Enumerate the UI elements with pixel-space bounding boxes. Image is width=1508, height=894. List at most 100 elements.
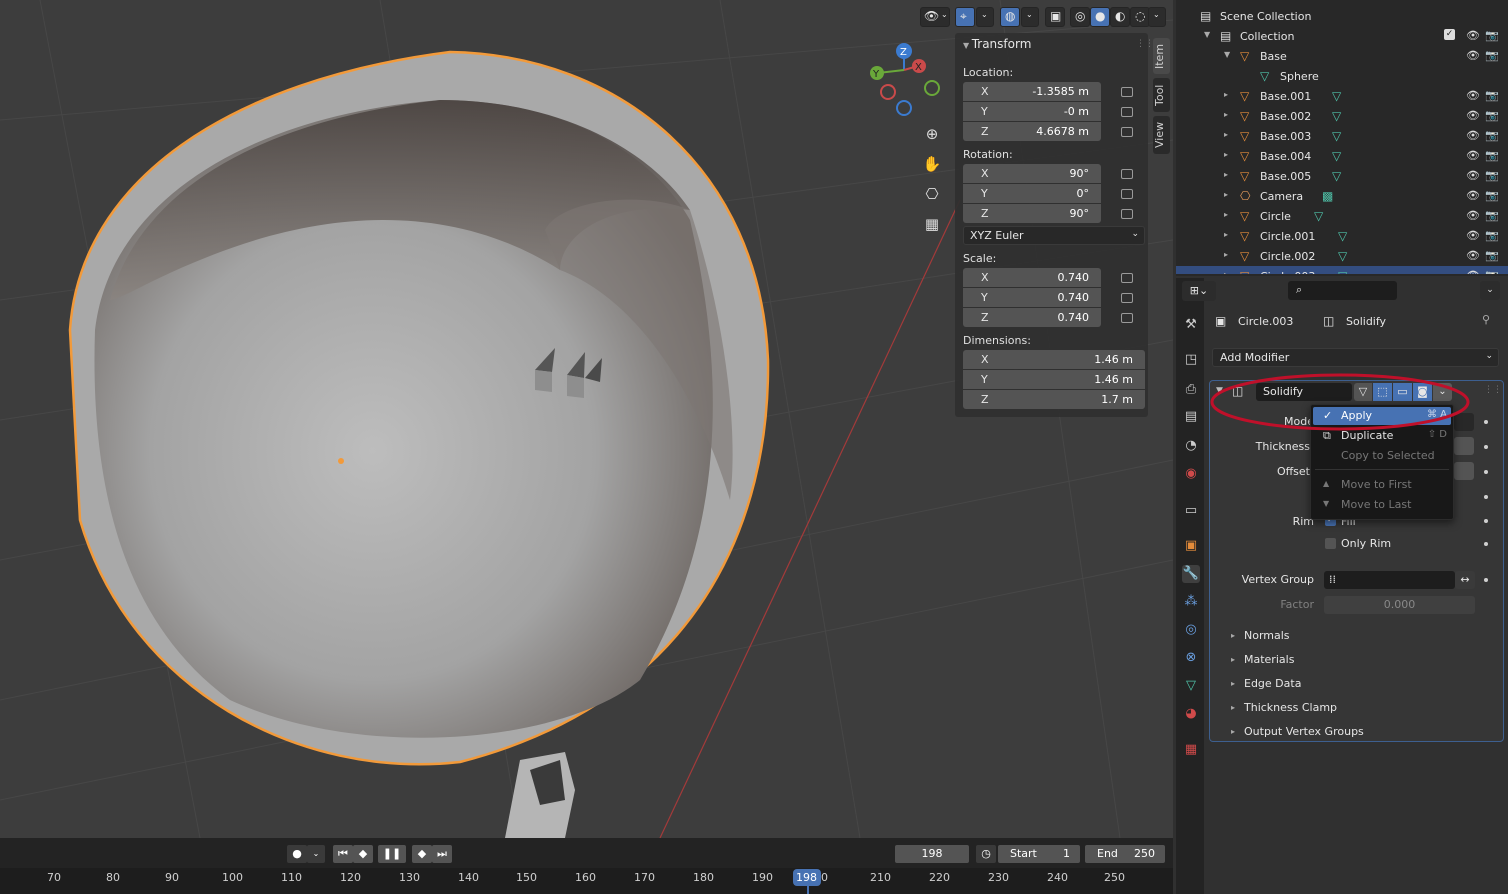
scene-tab-icon[interactable]: ◔ (1182, 437, 1200, 455)
lock-icon[interactable] (1121, 87, 1133, 97)
axis-gizmo[interactable]: Z X Y (860, 40, 950, 120)
tab-item[interactable]: Item (1153, 38, 1170, 74)
dimensions-x-field[interactable]: X 1.46 m (963, 350, 1145, 369)
jump-start-icon[interactable]: ⏮ (333, 845, 353, 863)
3d-viewport[interactable]: 👁 ⌄ ⌖ ⌄ ◍ ⌄ ▣ ◎ ● ◐ ◌ ⌄ Z X Y ⊕ ✋ ⎔ ▦ ▼ … (0, 0, 1173, 838)
lock-icon[interactable] (1121, 273, 1133, 283)
rotation-mode-select[interactable]: XYZ Euler ⌄ (963, 226, 1145, 245)
texture-tab-icon[interactable]: ▦ (1182, 741, 1200, 759)
pin-icon[interactable]: ⚲ (1482, 313, 1490, 326)
eye-icon[interactable]: 👁 (1466, 149, 1480, 162)
lock-icon[interactable] (1121, 293, 1133, 303)
expand-icon[interactable]: ▸ (1231, 631, 1235, 640)
mesh-data-icon[interactable]: ▽ (1338, 249, 1347, 263)
eye-icon[interactable]: 👁 (1466, 189, 1480, 202)
tab-view[interactable]: View (1153, 116, 1170, 154)
keyframe-dot-icon[interactable] (1484, 445, 1488, 449)
camera-icon[interactable]: 📷 (1485, 209, 1499, 222)
rotation-z-field[interactable]: Z 90° (963, 204, 1101, 223)
camera-icon[interactable]: 📷 (1485, 109, 1499, 122)
outliner-item[interactable]: ▸ ⎔ Camera ▩ 👁 📷 (1176, 186, 1508, 206)
particles-tab-icon[interactable]: ⁂ (1182, 593, 1200, 611)
location-x-field[interactable]: X -1.3585 m (963, 82, 1101, 101)
eye-icon[interactable]: 👁 (1466, 169, 1480, 182)
current-frame-field[interactable]: 198 (895, 845, 969, 863)
expand-icon[interactable]: ▸ (1231, 679, 1235, 688)
outliner-scene-collection[interactable]: ▤ Scene Collection (1176, 6, 1508, 26)
stopwatch-icon[interactable]: ◷ (976, 845, 996, 863)
keyframe-dot-icon[interactable] (1484, 470, 1488, 474)
tab-tool[interactable]: Tool (1153, 78, 1170, 112)
rotation-x-field[interactable]: X 90° (963, 164, 1101, 183)
mesh-data-icon[interactable]: ▽ (1332, 89, 1341, 103)
collection-tab-icon[interactable]: ▭ (1182, 502, 1200, 520)
outliner-collection[interactable]: ▼ ▤ Collection ✓ 👁 📷 (1176, 26, 1508, 46)
camera-icon[interactable]: 📷 (1485, 169, 1499, 182)
pause-icon[interactable]: ❚❚ (378, 845, 406, 863)
mesh-data-tab-icon[interactable]: ▽ (1182, 677, 1200, 695)
vertex-group-field[interactable]: ⁞⁞ (1324, 571, 1455, 589)
mesh-data-icon[interactable]: ▽ (1332, 169, 1341, 183)
dimensions-z-field[interactable]: Z 1.7 m (963, 390, 1145, 409)
xray-icon[interactable]: ▣ (1045, 7, 1065, 27)
thickness-field[interactable] (1454, 437, 1474, 455)
dimensions-y-field[interactable]: Y 1.46 m (963, 370, 1145, 389)
camera-icon[interactable]: 📷 (1485, 49, 1499, 62)
next-keyframe-icon[interactable]: ◆ (412, 845, 432, 863)
only-rim-checkbox[interactable] (1325, 538, 1336, 549)
menu-item-copy-to-selected[interactable]: Copy to Selected (1341, 449, 1435, 462)
record-icon[interactable]: ● (287, 845, 307, 863)
outliner-item[interactable]: ▸ ▽ Base.002 ▽ 👁 📷 (1176, 106, 1508, 126)
outliner-item[interactable]: ▸ ▽ Circle.002 ▽ 👁 📷 (1176, 246, 1508, 266)
chevron-down-icon[interactable]: ⌄ (1480, 281, 1500, 300)
eye-icon[interactable]: 👁 (1466, 269, 1480, 274)
outliner-item[interactable]: ▸ ▽ Base.005 ▽ 👁 📷 (1176, 166, 1508, 186)
offset-field[interactable] (1454, 462, 1474, 480)
camera-icon[interactable]: 📷 (1485, 29, 1499, 42)
snap-icon[interactable]: ⌖ (955, 7, 975, 27)
mesh-data-icon[interactable]: ▽ (1314, 209, 1323, 223)
eye-icon[interactable]: 👁 (1466, 29, 1480, 42)
expand-icon[interactable]: ▸ (1231, 727, 1235, 736)
transform-panel-title[interactable]: ▼ Transform (963, 37, 1031, 51)
location-z-field[interactable]: Z 4.6678 m (963, 122, 1101, 141)
solid-shading-icon[interactable]: ● (1090, 7, 1110, 27)
drag-handle-icon[interactable]: ⋮⋮ (1484, 385, 1502, 395)
outliner-item[interactable]: ▸ ▽ Circle ▽ 👁 📷 (1176, 206, 1508, 226)
object-tab-icon[interactable]: ▣ (1182, 537, 1200, 555)
subpanel-output-vertex-groups[interactable]: Output Vertex Groups (1244, 725, 1364, 738)
rotation-y-field[interactable]: Y 0° (963, 184, 1101, 203)
location-y-field[interactable]: Y -0 m (963, 102, 1101, 121)
chevron-down-icon[interactable]: ⌄ (1021, 7, 1039, 27)
subpanel-edge-data[interactable]: Edge Data (1244, 677, 1301, 690)
camera-data-icon[interactable]: ▩ (1322, 189, 1333, 203)
start-frame-field[interactable]: Start 1 (998, 845, 1080, 863)
eye-icon[interactable]: 👁 (1466, 89, 1480, 102)
outliner-item-mesh-data[interactable]: ▽ Sphere (1176, 66, 1508, 86)
tool-tab-icon[interactable]: ⚒ (1182, 316, 1200, 334)
lock-icon[interactable] (1121, 169, 1133, 179)
checkbox-icon[interactable]: ✓ (1444, 29, 1455, 40)
outliner-item[interactable]: ▸ ▽ Circle.001 ▽ 👁 📷 (1176, 226, 1508, 246)
view-layer-tab-icon[interactable]: ▤ (1182, 408, 1200, 426)
add-modifier-button[interactable]: Add Modifier ⌄ (1212, 348, 1499, 367)
outliner-item[interactable]: ▼ ▽ Base 👁 📷 (1176, 46, 1508, 66)
hand-icon[interactable]: ✋ (920, 152, 944, 176)
keyframe-dot-icon[interactable] (1484, 495, 1488, 499)
search-icon[interactable]: ⌕ (1288, 281, 1397, 300)
lock-icon[interactable] (1121, 313, 1133, 323)
material-shading-icon[interactable]: ◐ (1110, 7, 1130, 27)
menu-item-move-to-first[interactable]: Move to First (1341, 478, 1412, 491)
expand-icon[interactable]: ▸ (1231, 655, 1235, 664)
factor-field[interactable]: 0.000 (1324, 596, 1475, 614)
keyframe-dot-icon[interactable] (1484, 420, 1488, 424)
lock-icon[interactable] (1121, 189, 1133, 199)
render-tab-icon[interactable]: ◳ (1182, 351, 1200, 369)
world-tab-icon[interactable]: ◉ (1182, 465, 1200, 483)
camera-icon[interactable]: 📷 (1485, 249, 1499, 262)
wireframe-shading-icon[interactable]: ◎ (1070, 7, 1090, 27)
physics-tab-icon[interactable]: ◎ (1182, 621, 1200, 639)
grid-icon[interactable]: ▦ (920, 212, 944, 236)
expand-icon[interactable]: ▸ (1231, 703, 1235, 712)
jump-end-icon[interactable]: ⏭ (432, 845, 452, 863)
